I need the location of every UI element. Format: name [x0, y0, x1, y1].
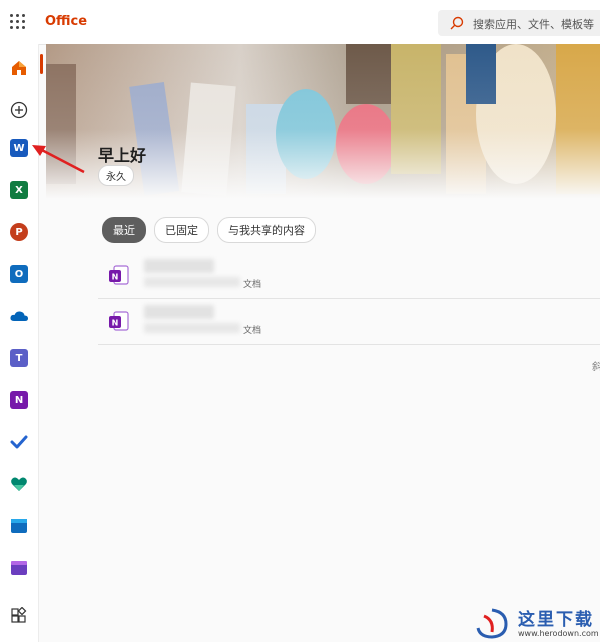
top-bar: Office 搜索应用、文件、模板等 — [0, 0, 600, 45]
blurred-file-name — [144, 259, 214, 273]
word-icon[interactable]: W — [7, 136, 31, 160]
file-type-label: 文档 — [243, 280, 262, 290]
file-row[interactable]: N 文档 — [98, 252, 600, 299]
blurred-file-path — [144, 277, 240, 287]
outlook-icon[interactable]: O — [7, 262, 31, 286]
file-row[interactable]: N 文档 — [98, 298, 600, 345]
app-rail: W X P O T N — [0, 44, 39, 642]
excel-icon[interactable]: X — [7, 178, 31, 202]
office-brand[interactable]: Office — [45, 14, 87, 29]
onenote-icon[interactable]: N — [7, 388, 31, 412]
blurred-file-path — [144, 323, 240, 333]
watermark-text: 这里下载 — [518, 610, 594, 630]
clipchamp-icon[interactable] — [7, 556, 31, 580]
search-box[interactable]: 搜索应用、文件、模板等 — [438, 10, 600, 36]
file-tabs: 最近 已固定 与我共享的内容 — [102, 217, 316, 243]
watermark-logo-icon — [476, 608, 508, 639]
active-indicator — [40, 54, 43, 74]
calendar-icon[interactable] — [7, 514, 31, 538]
search-placeholder: 搜索应用、文件、模板等 — [473, 18, 594, 31]
onenote-file-icon: N — [109, 311, 129, 331]
app-launcher-icon[interactable] — [10, 14, 26, 30]
powerpoint-icon[interactable]: P — [7, 220, 31, 244]
blurred-file-name — [144, 305, 214, 319]
tab-shared-with-me[interactable]: 与我共享的内容 — [217, 217, 316, 243]
site-watermark: 这里下载 www.herodown.com — [466, 602, 600, 642]
svg-text:N: N — [112, 319, 119, 328]
tab-pinned[interactable]: 已固定 — [154, 217, 209, 243]
red-arrow-annotation — [32, 145, 85, 174]
tab-recent[interactable]: 最近 — [102, 217, 146, 243]
create-icon[interactable] — [7, 98, 31, 122]
onedrive-icon[interactable] — [7, 304, 31, 328]
home-icon[interactable] — [7, 56, 31, 80]
file-type-label: 文档 — [243, 326, 262, 336]
todo-icon[interactable] — [7, 430, 31, 454]
family-safety-icon[interactable] — [7, 472, 31, 496]
all-apps-icon[interactable] — [7, 604, 31, 628]
svg-text:N: N — [112, 273, 119, 282]
license-badge: 永久 — [98, 165, 134, 186]
greeting-heading: 早上好 — [98, 146, 147, 165]
onenote-file-icon: N — [109, 265, 129, 285]
truncated-edge-text: 斜 — [592, 362, 600, 373]
watermark-url: www.herodown.com — [518, 629, 599, 638]
teams-icon[interactable]: T — [7, 346, 31, 370]
search-icon — [450, 16, 464, 30]
